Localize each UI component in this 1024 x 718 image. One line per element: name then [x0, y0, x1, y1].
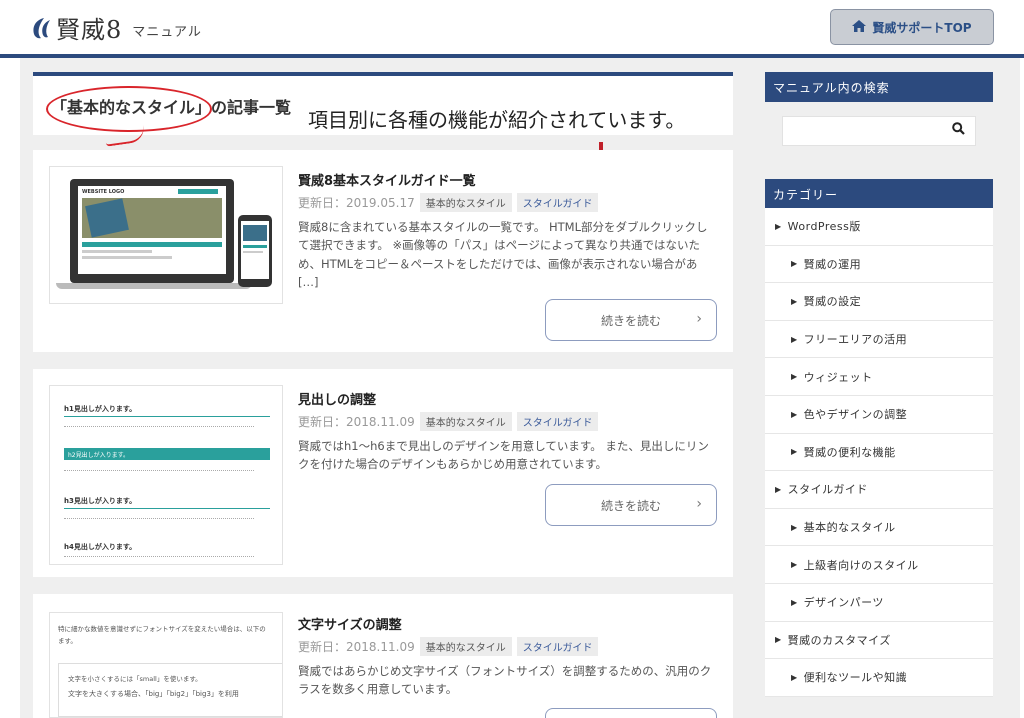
article-excerpt: 賢威ではh1～h6まで見出しのデザインを用意しています。 また、見出しにリンクを… — [298, 439, 709, 472]
category-label: 賢威の便利な機能 — [803, 445, 896, 459]
tag-badge[interactable]: スタイルガイド — [516, 637, 599, 656]
triangle-right-icon: ▶ — [775, 484, 782, 494]
triangle-right-icon: ▶ — [791, 409, 798, 419]
read-more-label: 続きを読む — [600, 313, 661, 328]
category-label: デザインパーツ — [803, 596, 884, 610]
laptop-illustration: WEBSITE LOGO — [70, 179, 234, 283]
article-thumbnail[interactable]: WEBSITE LOGO — [49, 166, 283, 304]
tag-badge[interactable]: 基本的なスタイル — [419, 193, 512, 212]
category-label: 色やデザインの調整 — [803, 408, 908, 422]
read-more-label: 続きを読む — [600, 498, 661, 513]
annotation-text: 項目別に各種の機能が紹介されています。 — [308, 108, 686, 132]
article-card: WEBSITE LOGO 賢威8基本スタイルガイド一覧 更新日：2019.05.… — [33, 150, 733, 352]
category-label: スタイルガイド — [787, 483, 868, 497]
category-item[interactable]: ▶ 賢威の運用 — [765, 246, 993, 284]
tag-badge[interactable]: 基本的なスタイル — [419, 412, 512, 431]
chevron-right-icon: › — [696, 311, 702, 327]
category-item[interactable]: ▶ 賢威のカスタマイズ — [765, 622, 993, 660]
category-item[interactable]: ▶ デザインパーツ — [765, 584, 993, 622]
category-item[interactable]: ▶ WordPress版 — [765, 208, 993, 246]
category-item[interactable]: ▶ 賢威の便利な機能 — [765, 434, 993, 472]
tag-badge[interactable]: スタイルガイド — [516, 193, 599, 212]
annotation-red-circle — [46, 86, 212, 132]
read-more-button[interactable]: 続きを読む › — [545, 299, 717, 341]
category-item[interactable]: ▶ フリーエリアの活用 — [765, 321, 993, 359]
category-label: 賢威の設定 — [803, 295, 862, 309]
category-label: 上級者向けのスタイル — [803, 558, 919, 572]
home-icon — [852, 19, 867, 35]
category-label: WordPress版 — [787, 220, 861, 234]
article-excerpt: 賢威8に含まれている基本スタイルの一覧です。 HTML部分をダブルクリックして選… — [298, 220, 708, 290]
article-card: h1見出しが入ります。 h2見出しが入ります。 h3見出しが入ります。 h4見出… — [33, 369, 733, 577]
site-logo[interactable]: 賢威8 マニュアル — [30, 10, 202, 45]
article-date: 更新日：2019.05.17 — [298, 196, 415, 210]
article-card: 特に細かな数値を意識せずにフォントサイズを変えたい場合は、以下の ます。 文字を… — [33, 594, 733, 718]
search-widget-title: マニュアル内の検索 — [765, 72, 993, 102]
search-input[interactable] — [782, 116, 976, 146]
site-header: 賢威8 マニュアル 賢威サポートTOP — [0, 0, 1024, 54]
article-excerpt: 賢威ではあらかじめ文字サイズ（フォントサイズ）を調整するための、汎用のクラスを数… — [298, 664, 712, 697]
category-item[interactable]: ▶ 基本的なスタイル — [765, 509, 993, 547]
category-item[interactable]: ▶ 色やデザインの調整 — [765, 396, 993, 434]
triangle-right-icon: ▶ — [791, 522, 798, 532]
article-meta: 更新日：2018.11.09 基本的なスタイル スタイルガイド — [298, 412, 599, 431]
triangle-right-icon: ▶ — [791, 672, 798, 682]
category-item[interactable]: ▶ 上級者向けのスタイル — [765, 546, 993, 584]
triangle-right-icon: ▶ — [775, 635, 782, 645]
read-more-button[interactable]: 続きを読む › — [545, 484, 717, 526]
article-title[interactable]: 見出しの調整 — [298, 389, 376, 408]
support-top-button[interactable]: 賢威サポートTOP — [830, 9, 994, 45]
article-meta: 更新日：2018.11.09 基本的なスタイル スタイルガイド — [298, 637, 599, 656]
category-label: 便利なツールや知識 — [803, 671, 908, 685]
phone-illustration — [238, 215, 272, 287]
triangle-right-icon: ▶ — [791, 447, 798, 457]
category-label: 基本的なスタイル — [803, 521, 896, 535]
category-item[interactable]: ▶ ウィジェット — [765, 358, 993, 396]
search-icon[interactable] — [952, 122, 965, 139]
thumb-logo-text: WEBSITE LOGO — [82, 189, 125, 195]
triangle-right-icon: ▶ — [791, 296, 798, 306]
category-item[interactable]: ▶ 賢威の設定 — [765, 283, 993, 321]
chevron-right-icon: › — [696, 496, 702, 512]
triangle-right-icon: ▶ — [791, 372, 798, 382]
category-label: ウィジェット — [803, 370, 873, 384]
article-title[interactable]: 文字サイズの調整 — [298, 614, 402, 633]
triangle-right-icon: ▶ — [775, 221, 782, 231]
support-top-label: 賢威サポートTOP — [872, 20, 972, 35]
article-meta: 更新日：2019.05.17 基本的なスタイル スタイルガイド — [298, 193, 599, 212]
logo-text: 賢威8 — [56, 16, 123, 44]
category-label: 賢威のカスタマイズ — [787, 633, 891, 647]
article-title[interactable]: 賢威8基本スタイルガイド一覧 — [298, 170, 476, 189]
tag-badge[interactable]: スタイルガイド — [516, 412, 599, 431]
logo-mark-icon — [30, 16, 52, 40]
triangle-right-icon: ▶ — [791, 334, 798, 344]
category-label: フリーエリアの活用 — [803, 333, 908, 347]
article-date: 更新日：2018.11.09 — [298, 415, 415, 429]
category-widget-title: カテゴリー — [765, 179, 993, 209]
article-thumbnail[interactable]: 特に細かな数値を意識せずにフォントサイズを変えたい場合は、以下の ます。 文字を… — [49, 612, 283, 718]
read-more-button[interactable] — [545, 708, 717, 718]
triangle-right-icon: ▶ — [791, 597, 798, 607]
article-thumbnail[interactable]: h1見出しが入ります。 h2見出しが入ります。 h3見出しが入ります。 h4見出… — [49, 385, 283, 565]
category-item[interactable]: ▶ スタイルガイド — [765, 471, 993, 509]
triangle-right-icon: ▶ — [791, 259, 798, 269]
category-label: 賢威の運用 — [803, 257, 862, 271]
category-item[interactable]: ▶ 便利なツールや知識 — [765, 659, 993, 697]
triangle-right-icon: ▶ — [791, 560, 798, 570]
category-list: ▶ WordPress版 ▶ 賢威の運用 ▶ 賢威の設定 ▶ フリーエリアの活用 ▶ ウィジェット… — [765, 208, 993, 697]
logo-subtitle: マニュアル — [132, 25, 202, 40]
tag-badge[interactable]: 基本的なスタイル — [419, 637, 512, 656]
article-date: 更新日：2018.11.09 — [298, 640, 415, 654]
